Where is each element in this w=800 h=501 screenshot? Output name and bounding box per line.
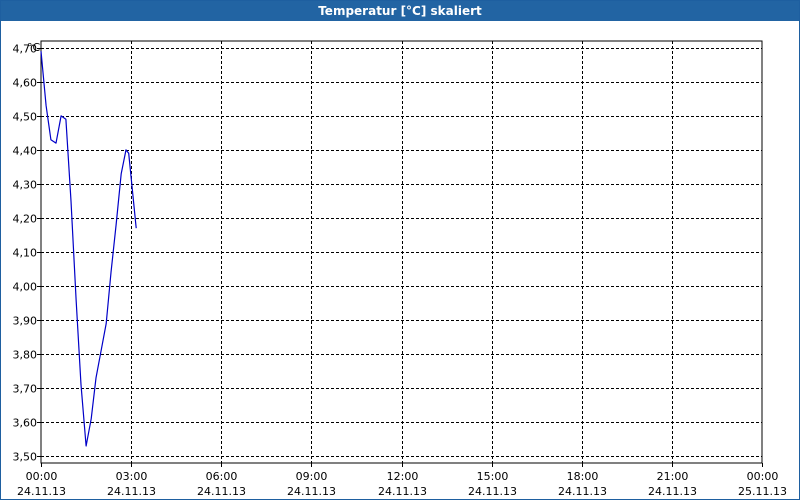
- x-tick-time-label: 06:00: [206, 470, 238, 483]
- x-tick-time-label: 09:00: [296, 470, 328, 483]
- x-tick-date-label: 24.11.13: [17, 485, 66, 498]
- y-tick-label: 4,60: [13, 77, 38, 90]
- y-tick-label: 3,90: [13, 315, 38, 328]
- x-tick-time-label: 03:00: [116, 470, 148, 483]
- x-tick-time-label: 21:00: [657, 470, 689, 483]
- window-title: Temperatur [°C] skaliert: [1, 1, 799, 21]
- y-tick-label: 3,50: [13, 451, 38, 464]
- y-tick-label: 4,50: [13, 111, 38, 124]
- x-tick-time-label: 12:00: [387, 470, 419, 483]
- y-unit-label: °C: [27, 41, 41, 54]
- x-tick-date-label: 24.11.13: [558, 485, 607, 498]
- x-tick-date-label: 24.11.13: [107, 485, 156, 498]
- chart-window: Temperatur [°C] skaliert 4,70 4,60 4,50 4,4…: [0, 0, 800, 500]
- y-tick-label: 4,00: [13, 281, 38, 294]
- x-tick-time-label: 00:00: [747, 470, 779, 483]
- x-tick-date-label: 25.11.13: [738, 485, 787, 498]
- x-tick-time-label: 15:00: [477, 470, 509, 483]
- y-tick-label: 4,30: [13, 179, 38, 192]
- x-tick-date-label: 24.11.13: [378, 485, 427, 498]
- y-tick-label: 4,40: [13, 145, 38, 158]
- y-tick-label: 3,70: [13, 383, 38, 396]
- y-tick-label: 3,80: [13, 349, 38, 362]
- y-tick-label: 4,10: [13, 247, 38, 260]
- x-tick-time-label: 18:00: [567, 470, 599, 483]
- x-tick-date-label: 24.11.13: [648, 485, 697, 498]
- temperature-chart: 4,704,604,504,404,304,204,104,003,903,80…: [13, 40, 787, 498]
- x-tick-date-label: 24.11.13: [468, 485, 517, 498]
- x-tick-date-label: 24.11.13: [197, 485, 246, 498]
- y-tick-label: 4,20: [13, 213, 38, 226]
- x-tick-time-label: 00:00: [26, 470, 58, 483]
- y-tick-label: 3,60: [13, 417, 38, 430]
- x-tick-date-label: 24.11.13: [287, 485, 336, 498]
